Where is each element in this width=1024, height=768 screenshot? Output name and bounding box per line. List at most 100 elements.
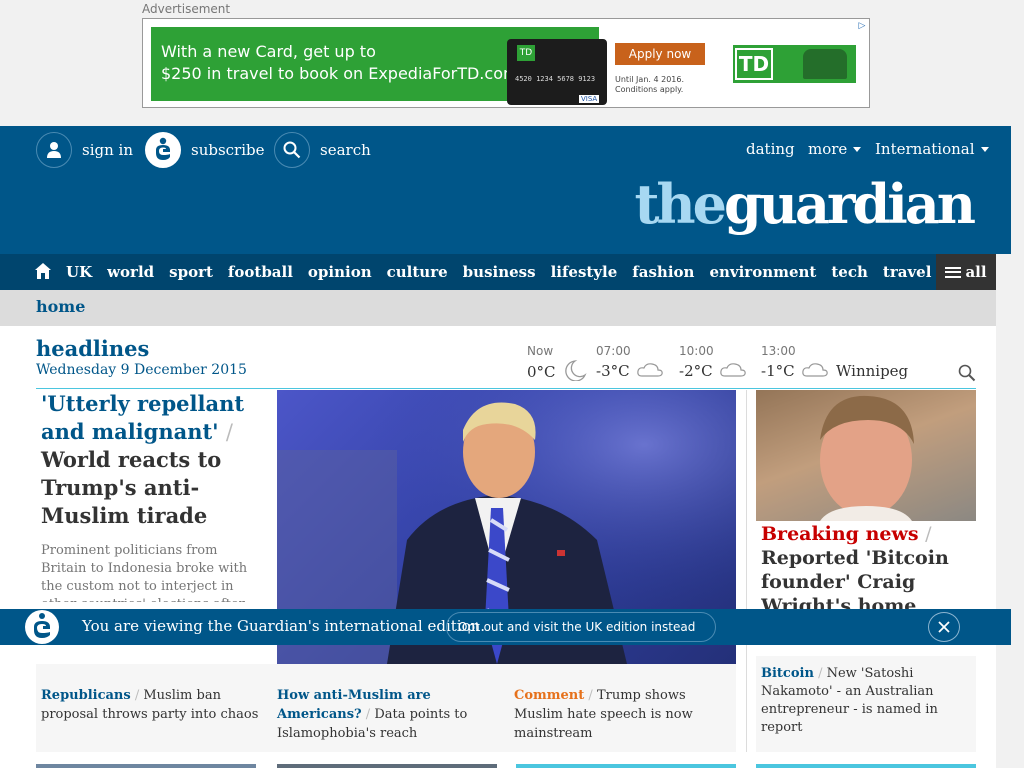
search-label: search — [320, 141, 371, 159]
weather-search-icon[interactable] — [958, 364, 976, 382]
all-sections-button[interactable]: all — [936, 254, 996, 290]
search-link[interactable]: search — [274, 132, 371, 168]
main-nav: UK world sport football opinion culture busine… — [0, 254, 996, 290]
td-logo-text: TD — [735, 48, 773, 80]
main-content: headlines Wednesday 9 December 2015 Now … — [0, 326, 996, 768]
forecast-time: 13:00 — [761, 344, 796, 358]
nav-item-sport[interactable]: sport — [169, 263, 213, 281]
right-sub-kicker[interactable]: Bitcoin — [761, 666, 814, 681]
weather-now: Now 0°C — [527, 344, 588, 384]
ad-text: With a new Card, get up to $250 in trave… — [161, 41, 519, 85]
weather-now-label: Now — [527, 344, 554, 358]
nav-item-environment[interactable]: environment — [709, 263, 816, 281]
section-rule — [36, 388, 976, 389]
search-icon — [274, 132, 310, 168]
chair-icon — [803, 49, 847, 79]
sub-story-kicker[interactable]: Republicans — [41, 688, 131, 703]
nav-item-culture[interactable]: culture — [387, 263, 448, 281]
edition-message: You are viewing the Guardian's internati… — [82, 617, 486, 635]
guardian-g-icon — [24, 610, 60, 644]
weather-city[interactable]: Winnipeg — [836, 362, 908, 380]
ad-fine-print: Until Jan. 4 2016. Conditions apply. — [615, 75, 684, 95]
column-separator — [746, 390, 747, 752]
nav-item-football[interactable]: football — [228, 263, 293, 281]
section-date: Wednesday 9 December 2015 — [36, 362, 247, 378]
edition-menu[interactable]: International — [875, 132, 989, 166]
edition-banner: You are viewing the Guardian's internati… — [0, 609, 1011, 645]
weather-now-temp: 0°C — [527, 363, 556, 381]
more-menu[interactable]: more — [808, 132, 862, 166]
nav-item-tech[interactable]: tech — [831, 263, 868, 281]
user-icon — [36, 132, 72, 168]
lead-title[interactable]: World reacts to Trump's anti-Muslim tira… — [41, 446, 267, 530]
sign-in-link[interactable]: sign in — [36, 132, 133, 168]
sub-story[interactable]: Comment / Trump shows Muslim hate speech… — [514, 686, 736, 743]
home-icon[interactable] — [34, 262, 54, 282]
cloud-icon — [719, 359, 747, 383]
lead-standfirst: Prominent politicians from Britain to In… — [41, 543, 248, 602]
adchoices-icon[interactable]: ▷ — [856, 20, 868, 32]
cloud-moon-icon — [636, 359, 664, 383]
sign-in-label: sign in — [82, 141, 133, 159]
next-row-rule — [516, 764, 736, 768]
scrollbar[interactable] — [1011, 0, 1024, 768]
right-kicker[interactable]: Breaking news — [761, 523, 919, 545]
ad-label: Advertisement — [142, 2, 231, 16]
cloud-icon — [801, 359, 829, 383]
advertisement: Advertisement With a new Card, get up to… — [142, 0, 870, 126]
nav-item-world[interactable]: world — [107, 263, 154, 281]
nav-item-uk[interactable]: UK — [66, 263, 92, 281]
logo-guardian: guardian — [724, 172, 976, 236]
ad-apply-button[interactable]: Apply now — [615, 43, 705, 65]
ad-fine-2: Conditions apply. — [615, 85, 684, 94]
dating-link[interactable]: dating — [746, 132, 795, 166]
next-row-image — [36, 764, 256, 768]
more-label: more — [808, 140, 848, 158]
card-brand: VISA — [579, 95, 600, 103]
weather-forecast-1: 07:00 -3°C — [596, 344, 664, 384]
sub-story[interactable]: Republicans / Muslim ban proposal throws… — [41, 686, 267, 724]
all-label: all — [965, 263, 987, 281]
lead-kicker[interactable]: 'Utterly repellant and malignant' — [41, 391, 244, 444]
close-icon[interactable] — [928, 612, 960, 642]
credit-card-image: TD 4520 1234 5678 9123 VISA — [507, 39, 607, 105]
nav-item-lifestyle[interactable]: lifestyle — [551, 263, 618, 281]
ad-banner[interactable]: With a new Card, get up to $250 in trave… — [142, 18, 870, 108]
subscribe-label: subscribe — [191, 141, 265, 159]
right-story-image[interactable] — [756, 390, 976, 521]
forecast-time: 07:00 — [596, 344, 631, 358]
weather-forecast-3: 13:00 -1°C — [761, 344, 829, 384]
next-row-image — [277, 764, 497, 768]
opt-out-button[interactable]: Opt out and visit the UK edition instead — [446, 612, 716, 642]
ad-green-panel[interactable]: With a new Card, get up to $250 in trave… — [151, 27, 607, 105]
td-logo[interactable]: TD — [733, 45, 856, 83]
moon-icon — [562, 359, 588, 385]
nav-item-opinion[interactable]: opinion — [308, 263, 372, 281]
site-header: sign in subscribe search dating more Int… — [0, 126, 1011, 254]
forecast-time: 10:00 — [679, 344, 714, 358]
guardian-logo[interactable]: theguardian — [634, 172, 976, 236]
forecast-temp: -2°C — [679, 362, 713, 380]
edition-label: International — [875, 140, 975, 158]
nav-item-business[interactable]: business — [463, 263, 536, 281]
nav-items: UK world sport football opinion culture busine… — [66, 254, 946, 290]
sub-story[interactable]: How anti-Muslim are Americans? / Data po… — [277, 686, 503, 743]
lead-story[interactable]: 'Utterly repellant and malignant' / Worl… — [41, 390, 267, 602]
section-title[interactable]: headlines — [36, 336, 149, 361]
sub-story-kicker[interactable]: Comment — [514, 688, 584, 703]
next-row-rule — [756, 764, 976, 768]
subscribe-link[interactable]: subscribe — [145, 132, 265, 168]
nav-item-fashion[interactable]: fashion — [632, 263, 694, 281]
chevron-down-icon — [853, 146, 862, 152]
menu-icon — [945, 266, 962, 278]
ad-fine-1: Until Jan. 4 2016. — [615, 75, 685, 84]
subnav-home-link[interactable]: home — [36, 297, 85, 316]
right-sub-story[interactable]: Bitcoin / New 'Satoshi Nakamoto' - an Au… — [761, 665, 976, 737]
card-number: 4520 1234 5678 9123 — [515, 75, 596, 83]
forecast-temp: -3°C — [596, 362, 630, 380]
chevron-down-icon — [980, 146, 989, 152]
ad-line-1: With a new Card, get up to — [161, 42, 376, 61]
weather-forecast-2: 10:00 -2°C — [679, 344, 747, 384]
logo-the: the — [634, 172, 727, 236]
nav-item-travel[interactable]: travel — [883, 263, 932, 281]
